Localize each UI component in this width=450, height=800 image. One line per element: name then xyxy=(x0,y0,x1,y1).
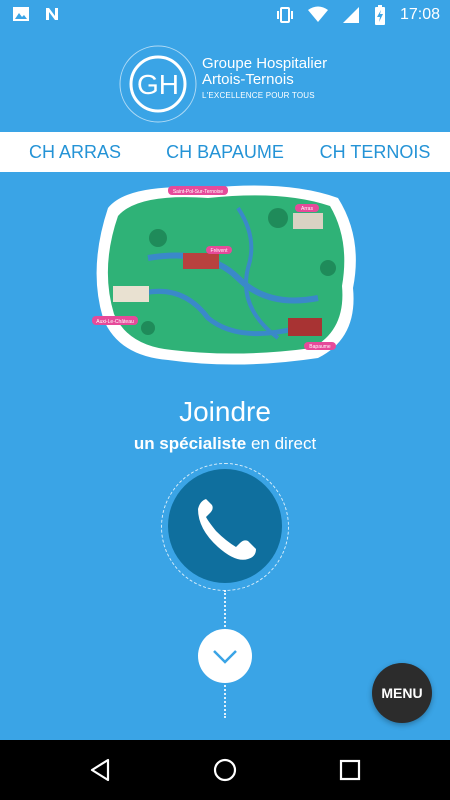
phone-icon xyxy=(198,499,256,560)
org-name-line1: Groupe Hospitalier xyxy=(202,55,328,72)
hospital-tabs: CH ARRAS CH BAPAUME CH TERNOIS xyxy=(0,132,450,172)
map-label-bapaume: Bapaume xyxy=(309,344,331,350)
image-icon xyxy=(13,7,29,21)
signal-icon xyxy=(342,7,359,23)
menu-button[interactable]: MENU xyxy=(372,663,432,723)
status-time: 17:08 xyxy=(399,6,440,23)
tab-ch-ternois[interactable]: CH TERNOIS xyxy=(300,132,450,172)
page-title: Joindre xyxy=(179,396,271,427)
header: GH Groupe Hospitalier Artois-Ternois L'E… xyxy=(0,30,450,132)
back-icon[interactable] xyxy=(86,756,114,784)
map-label-auxi: Auxi-Le-Château xyxy=(96,319,134,325)
map-label-arras: Arras xyxy=(301,206,313,212)
subtitle-bold: un spécialiste xyxy=(133,434,247,453)
battery-charging-icon xyxy=(374,5,385,25)
home-icon[interactable] xyxy=(211,756,239,784)
status-bar: 17:08 xyxy=(0,0,450,30)
scroll-down-button[interactable] xyxy=(198,629,252,683)
wifi-icon xyxy=(307,6,328,22)
vibrate-icon xyxy=(276,7,293,23)
n-icon xyxy=(46,8,58,20)
tab-ch-arras[interactable]: CH ARRAS xyxy=(0,132,150,172)
map-label-frevent: Frévent xyxy=(211,248,229,254)
org-name: Groupe Hospitalier Artois-Ternois xyxy=(202,56,327,88)
map-label-saint-pol: Saint-Pol-Sur-Ternoise xyxy=(173,189,224,195)
chevron-down-icon xyxy=(213,650,237,664)
hospital-logo[interactable]: GH xyxy=(118,44,198,124)
org-tagline: L'EXCELLENCE POUR TOUS xyxy=(202,91,315,100)
recents-icon[interactable] xyxy=(336,756,364,784)
org-name-line2: Artois-Ternois xyxy=(202,71,294,88)
tab-ch-bapaume[interactable]: CH BAPAUME xyxy=(150,132,300,172)
system-nav-bar xyxy=(0,740,450,800)
logo-letters: GH xyxy=(137,69,179,100)
subtitle-rest: en direct xyxy=(246,434,317,453)
region-map-illustration: Saint-Pol-Sur-Ternoise Arras Frévent Aux… xyxy=(92,185,356,365)
page-subtitle: un spécialiste en direct xyxy=(0,434,450,454)
call-button[interactable] xyxy=(168,469,282,583)
